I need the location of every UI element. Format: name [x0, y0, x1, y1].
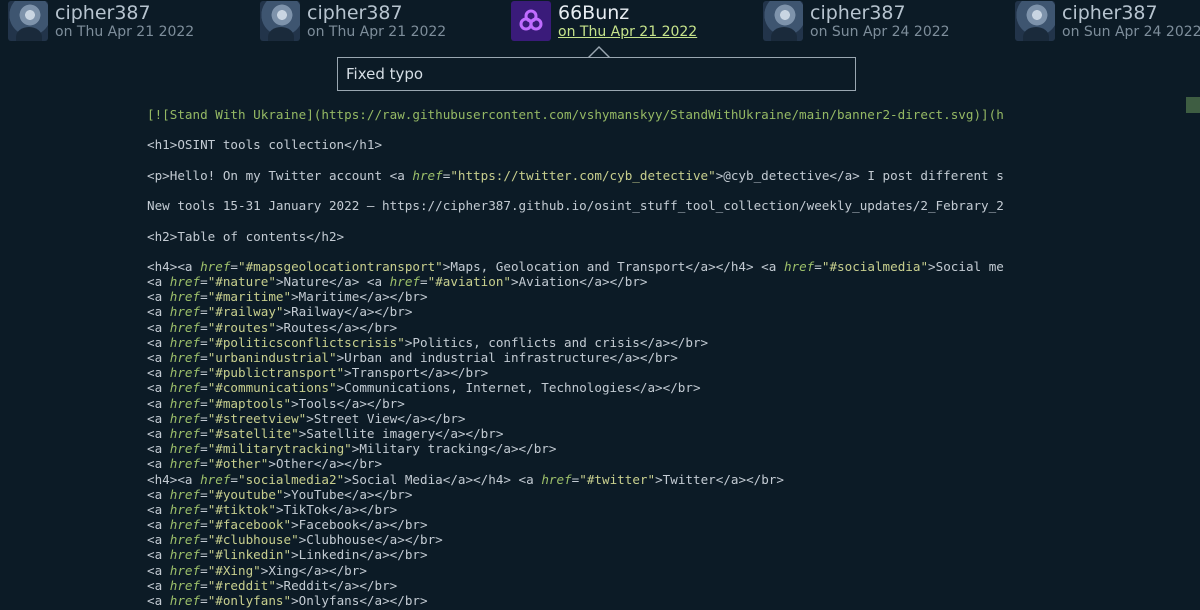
code-line: <a href="#other">Other</a></br> [147, 456, 383, 472]
code-line: <a href="#politicsconflictscrisis">Polit… [147, 334, 709, 350]
commit-author: cipher387 [1062, 2, 1158, 24]
code-line: <a href="#clubhouse">Clubhouse</a></br> [147, 532, 443, 548]
commit-entry-selected[interactable]: 66Bunz on Thu Apr 21 2022 [511, 0, 711, 44]
code-line: [![Stand With Ukraine](https://raw.githu… [147, 107, 1004, 122]
code-line: <a href="#nature">Nature</a> <a href="#a… [147, 274, 648, 290]
avatar [763, 1, 803, 41]
code-line: <a href="#onlyfans">Onlyfans</a></br> [147, 593, 428, 608]
code-line: <h2>Table of contents</h2> [147, 228, 345, 244]
code-line: <a href="#routes">Routes</a></br> [147, 319, 398, 335]
minimap-viewport[interactable] [1186, 97, 1200, 113]
code-line: <a href="#publictransport">Transport</a>… [147, 365, 489, 381]
code-line: <a href="#tiktok">TikTok</a></br> [147, 501, 398, 517]
commit-date[interactable]: on Thu Apr 21 2022 [307, 24, 446, 40]
org-logo-icon [511, 1, 551, 41]
avatar [260, 1, 300, 41]
code-line: <a href="#Xing">Xing</a></br> [147, 562, 367, 578]
commit-entry[interactable]: cipher387 on Thu Apr 21 2022 [8, 0, 208, 44]
file-content: [![Stand With Ukraine](https://raw.githu… [147, 107, 1034, 610]
commit-message-tooltip: Fixed typo [337, 57, 856, 91]
code-line: <p>Hello! On my Twitter account <a href=… [147, 167, 1004, 183]
commit-message: Fixed typo [346, 65, 424, 83]
commit-entry[interactable]: cipher387 on Sun Apr 24 2022 [763, 0, 963, 44]
commit-date[interactable]: on Sun Apr 24 2022 [810, 24, 950, 40]
code-line: <a href="#streetview">Street View</a></b… [147, 410, 466, 426]
commit-entry[interactable]: cipher387 on Thu Apr 21 2022 [260, 0, 460, 44]
commit-author: cipher387 [55, 2, 151, 24]
code-line: <a href="#satellite">Satellite imagery</… [147, 425, 504, 441]
commit-entry[interactable]: cipher387 on Sun Apr 24 2022 [1015, 0, 1200, 44]
commit-date[interactable]: on Thu Apr 21 2022 [55, 24, 194, 40]
code-line: <a href="#youtube">YouTube</a></br> [147, 486, 413, 502]
code-line: <a href="urbanindustrial">Urban and indu… [147, 350, 678, 365]
code-line: <h4><a href="socialmedia2">Social Media<… [147, 471, 784, 487]
avatar [8, 1, 48, 41]
code-line: <a href="#maritime">Maritime</a></br> [147, 289, 428, 305]
commit-author: 66Bunz [558, 2, 630, 24]
commit-author: cipher387 [810, 2, 906, 24]
code-line: <a href="#linkedin">Linkedin</a></br> [147, 547, 428, 563]
tooltip-arrow [588, 46, 610, 57]
commit-date-link[interactable]: on Thu Apr 21 2022 [558, 24, 697, 40]
code-line: <a href="#reddit">Reddit</a></br> [147, 577, 398, 593]
commit-author: cipher387 [307, 2, 403, 24]
code-line: <h1>OSINT tools collection</h1> [147, 137, 383, 153]
code-line: <a href="#railway">Railway</a></br> [147, 304, 413, 320]
code-line: <a href="#maptools">Tools</a></br> [147, 395, 405, 411]
code-line: <a href="#facebook">Facebook</a></br> [147, 517, 428, 533]
commit-date[interactable]: on Sun Apr 24 2022 [1062, 24, 1200, 40]
avatar [1015, 1, 1055, 41]
code-line: New tools 15-31 January 2022 — https://c… [147, 198, 1004, 214]
code-line: <a href="#militarytracking">Military tra… [147, 441, 557, 457]
code-line: <a href="#communications">Communications… [147, 380, 701, 396]
code-line: <h4><a href="#mapsgeolocationtransport">… [147, 258, 1004, 274]
